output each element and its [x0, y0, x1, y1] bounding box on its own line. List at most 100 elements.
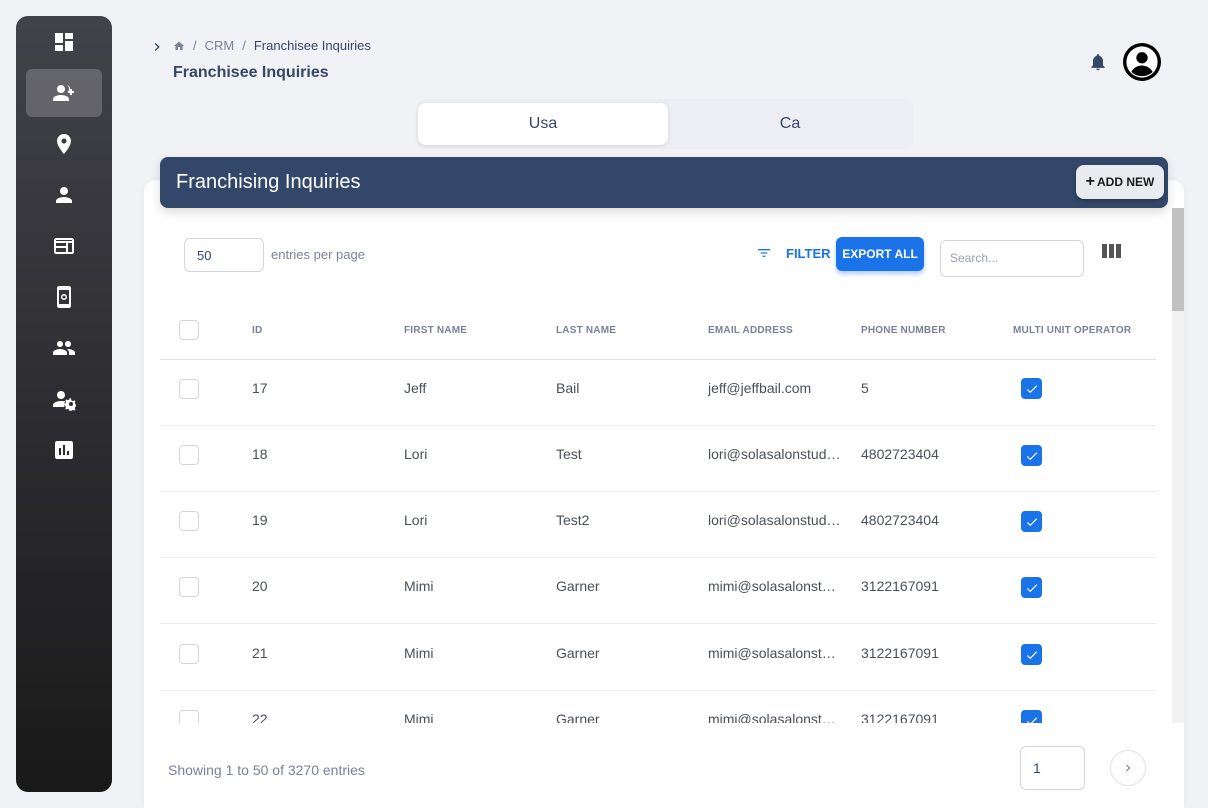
multi-unit-checkbox[interactable] — [1021, 445, 1042, 466]
multi-unit-checkbox[interactable] — [1021, 644, 1042, 665]
chevron-right-icon — [154, 43, 160, 51]
cell-email: mimi@solasalonst… — [708, 578, 836, 594]
sidebar-item-dashboard[interactable] — [26, 18, 102, 66]
table-row[interactable]: 20 Mimi Garner mimi@solasalonst… 3122167… — [160, 558, 1156, 624]
tab-ca[interactable]: Ca — [668, 103, 912, 145]
export-all-button[interactable]: EXPORT ALL — [836, 237, 924, 271]
cell-email: lori@solasalonstud… — [708, 446, 841, 462]
row-checkbox[interactable] — [179, 644, 199, 664]
home-icon[interactable] — [173, 40, 185, 52]
breadcrumb-crm[interactable]: CRM — [205, 38, 235, 53]
row-checkbox[interactable] — [179, 445, 199, 465]
breadcrumb-separator: / — [242, 38, 246, 53]
sidebar-item-news[interactable] — [26, 222, 102, 270]
column-header-last-name[interactable]: LAST NAME — [556, 325, 616, 336]
table-scrollbar[interactable] — [1172, 208, 1184, 723]
scrollbar-thumb[interactable] — [1172, 208, 1184, 311]
filter-button[interactable]: FILTER — [756, 245, 831, 261]
entries-per-page-label: entries per page — [271, 247, 365, 262]
multi-unit-checkbox[interactable] — [1021, 577, 1042, 598]
sidebar-item-locations[interactable] — [26, 120, 102, 168]
cell-last-name: Bail — [556, 380, 580, 396]
cell-id: 19 — [252, 512, 268, 528]
table-row[interactable]: 21 Mimi Garner mimi@solasalonst… 3122167… — [160, 625, 1156, 691]
inquiries-table: ID FIRST NAME LAST NAME EMAIL ADDRESS PH… — [160, 300, 1156, 723]
notifications-button[interactable] — [1088, 52, 1108, 72]
person-icon — [56, 187, 72, 203]
document-settings-icon — [57, 286, 71, 308]
checkmark-icon — [1026, 650, 1037, 659]
group-icon — [53, 341, 75, 355]
checkmark-icon — [1026, 384, 1037, 393]
bar-chart-icon — [55, 441, 73, 459]
filter-icon — [758, 249, 770, 257]
cell-email: jeff@jeffbail.com — [708, 380, 812, 396]
table-header: ID FIRST NAME LAST NAME EMAIL ADDRESS PH… — [160, 300, 1156, 360]
row-checkbox[interactable] — [179, 577, 199, 597]
next-page-button[interactable] — [1110, 750, 1146, 786]
sidebar-item-documents[interactable] — [26, 273, 102, 321]
cell-last-name: Test2 — [556, 512, 590, 528]
page-number-input[interactable]: 1 — [1020, 746, 1085, 790]
add-users-icon — [53, 85, 74, 101]
column-header-first-name[interactable]: FIRST NAME — [404, 325, 467, 336]
entries-per-page-input[interactable]: 50 — [184, 238, 264, 272]
row-checkbox[interactable] — [179, 710, 199, 723]
checkmark-icon — [1026, 451, 1037, 460]
cell-phone: 4802723404 — [861, 512, 939, 528]
tab-usa[interactable]: Usa — [418, 103, 668, 145]
filter-label: FILTER — [786, 245, 831, 261]
dashboard-icon — [55, 33, 73, 51]
country-tabs: Usa Ca — [416, 99, 914, 149]
card-title: Franchising Inquiries — [176, 171, 361, 193]
sidebar-item-person[interactable] — [26, 171, 102, 219]
cell-phone: 5 — [861, 380, 869, 396]
cell-first-name: Mimi — [404, 711, 434, 723]
column-visibility-button[interactable] — [1102, 243, 1122, 261]
cell-email: mimi@solasalonst… — [708, 645, 836, 661]
bell-icon — [1091, 54, 1105, 71]
sidebar-toggle-button[interactable] — [149, 39, 165, 55]
sidebar-item-group[interactable] — [26, 324, 102, 372]
cell-first-name: Lori — [404, 446, 428, 462]
column-header-phone[interactable]: PHONE NUMBER — [861, 325, 946, 336]
newspaper-icon — [54, 238, 74, 254]
cell-id: 17 — [252, 380, 268, 396]
cell-phone: 3122167091 — [861, 645, 939, 661]
search-input[interactable]: Search... — [940, 240, 1084, 277]
checkmark-icon — [1026, 716, 1037, 723]
sidebar-item-user-settings[interactable] — [26, 375, 102, 423]
avatar[interactable] — [1123, 43, 1161, 81]
table-row[interactable]: 17 Jeff Bail jeff@jeffbail.com 5 — [160, 360, 1156, 426]
cell-email: lori@solasalonstud… — [708, 512, 841, 528]
column-header-id[interactable]: ID — [252, 325, 262, 336]
select-all-checkbox[interactable] — [179, 320, 199, 340]
view-column-icon — [1102, 244, 1121, 258]
cell-id: 20 — [252, 578, 268, 594]
multi-unit-checkbox[interactable] — [1021, 378, 1042, 399]
sidebar — [16, 16, 112, 792]
column-header-email[interactable]: EMAIL ADDRESS — [708, 325, 793, 336]
sidebar-item-reports[interactable] — [26, 426, 102, 474]
table-row[interactable]: 19 Lori Test2 lori@solasalonstud… 480272… — [160, 492, 1156, 558]
cell-last-name: Garner — [556, 711, 600, 723]
cell-last-name: Garner — [556, 578, 600, 594]
column-header-multi-unit[interactable]: MULTI UNIT OPERATOR — [1013, 325, 1131, 336]
multi-unit-checkbox[interactable] — [1021, 511, 1042, 532]
plus-icon: + — [1085, 173, 1095, 190]
table-row[interactable]: 22 Mimi Garner mimi@solasalonst… 3122167… — [160, 691, 1156, 723]
cell-phone: 3122167091 — [861, 711, 939, 723]
sidebar-item-crm[interactable] — [26, 69, 102, 117]
add-new-button[interactable]: + ADD NEW — [1076, 165, 1164, 199]
cell-id: 18 — [252, 446, 268, 462]
table-row[interactable]: 18 Lori Test lori@solasalonstud… 4802723… — [160, 426, 1156, 492]
cell-phone: 3122167091 — [861, 578, 939, 594]
multi-unit-checkbox[interactable] — [1021, 710, 1042, 723]
row-checkbox[interactable] — [179, 379, 199, 399]
row-checkbox[interactable] — [179, 511, 199, 531]
cell-phone: 4802723404 — [861, 446, 939, 462]
chevron-right-icon — [1126, 764, 1131, 772]
pagination-summary: Showing 1 to 50 of 3270 entries — [168, 762, 365, 778]
cell-id: 22 — [252, 711, 268, 723]
add-new-label: ADD NEW — [1097, 175, 1155, 189]
